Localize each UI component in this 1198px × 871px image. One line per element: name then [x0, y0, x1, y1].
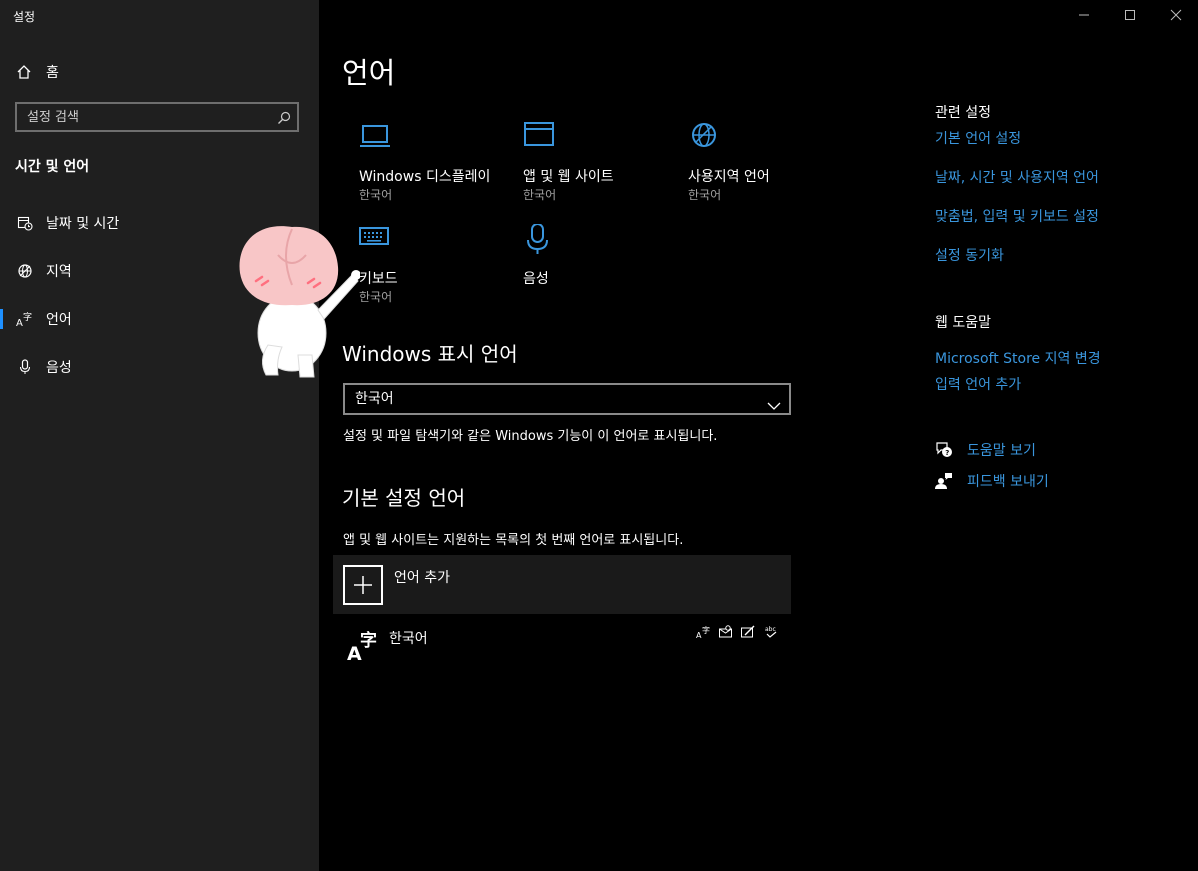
svg-text:字: 字	[360, 630, 377, 651]
get-help-label: 도움말 보기	[967, 443, 1036, 459]
sidebar-item-label: 음성	[46, 360, 72, 376]
speech-feature-icon	[717, 624, 735, 640]
language-icon: A字	[347, 628, 381, 668]
window-icon	[523, 122, 557, 156]
close-button[interactable]	[1153, 0, 1198, 30]
add-language-button[interactable]: 언어 추가	[333, 555, 791, 614]
display-language-value: 한국어	[355, 391, 394, 407]
sidebar: 설정 홈 시간 및 언어 날짜 및 시간 지역 A字 언어 음성	[0, 0, 319, 871]
svg-text:abc: abc	[765, 626, 776, 633]
svg-text:字: 字	[23, 311, 32, 323]
sidebar-item-label: 언어	[46, 312, 72, 328]
svg-text:?: ?	[945, 449, 949, 457]
search-box[interactable]	[15, 102, 299, 132]
search-icon[interactable]	[277, 110, 291, 124]
send-feedback-label: 피드백 보내기	[967, 474, 1049, 490]
feedback-icon	[935, 472, 953, 490]
keyboard-icon	[359, 224, 393, 258]
sidebar-item-label: 지역	[46, 264, 72, 280]
tile-name: 키보드	[359, 271, 398, 287]
preferred-language-description: 앱 및 웹 사이트는 지원하는 목록의 첫 번째 언어로 표시됩니다.	[343, 533, 684, 548]
microphone-icon	[523, 223, 557, 258]
tile-sub: 한국어	[359, 290, 393, 304]
nav-home-label: 홈	[46, 65, 59, 81]
related-settings-heading: 관련 설정	[935, 105, 991, 121]
handwriting-feature-icon	[739, 624, 757, 640]
language-icon: A字	[16, 311, 34, 327]
spellcheck-feature-icon: abc	[763, 624, 781, 640]
maximize-button[interactable]	[1107, 0, 1153, 30]
globe-icon	[688, 122, 722, 156]
language-name: 한국어	[389, 631, 428, 647]
minimize-icon	[1079, 14, 1089, 16]
plus-icon	[343, 565, 383, 605]
web-help-heading: 웹 도움말	[935, 315, 991, 331]
window-title: 설정	[13, 10, 36, 24]
link-basic-language-settings[interactable]: 기본 언어 설정	[935, 128, 1021, 148]
add-language-label: 언어 추가	[394, 570, 450, 586]
tile-regional-format[interactable]: 사용지역 언어 한국어	[688, 122, 848, 212]
maximize-icon	[1125, 10, 1135, 20]
close-icon	[1170, 9, 1182, 21]
home-icon	[16, 64, 34, 80]
section-title: 시간 및 언어	[15, 159, 90, 175]
help-chat-icon: ?	[935, 441, 953, 459]
link-spelling-typing-keyboard[interactable]: 맞춤법, 입력 및 키보드 설정	[935, 206, 1099, 226]
preferred-language-heading: 기본 설정 언어	[342, 486, 466, 510]
send-feedback-link[interactable]: 피드백 보내기	[935, 471, 1049, 491]
tile-name: 사용지역 언어	[688, 169, 770, 185]
tile-sub: 한국어	[523, 188, 557, 202]
page-title: 언어	[342, 56, 396, 90]
display-language-description: 설정 및 파일 탐색기와 같은 Windows 기능이 이 언어로 표시됩니다.	[343, 429, 718, 444]
link-change-store-region[interactable]: Microsoft Store 지역 변경	[935, 348, 1101, 368]
language-list-item[interactable]: A字 한국어 A字 abc	[333, 620, 791, 670]
display-language-heading: Windows 표시 언어	[342, 342, 518, 366]
get-help-link[interactable]: ? 도움말 보기	[935, 440, 1036, 460]
svg-text:A: A	[16, 318, 23, 327]
tile-speech[interactable]: 음성	[523, 223, 683, 314]
microphone-icon	[16, 359, 34, 375]
laptop-icon	[359, 122, 393, 156]
globe-icon	[16, 263, 34, 279]
minimize-button[interactable]	[1061, 0, 1107, 30]
tile-name: Windows 디스플레이	[359, 169, 491, 185]
search-input[interactable]	[17, 104, 267, 130]
display-language-feature-icon: A字	[695, 624, 713, 640]
tile-keyboard[interactable]: 키보드 한국어	[359, 224, 519, 314]
main-pane: 언어 Windows 디스플레이 한국어 앱 및 웹 사이트 한국어 사용지역 …	[319, 0, 1198, 871]
nav-home[interactable]: 홈	[16, 62, 59, 82]
tile-sub: 한국어	[359, 188, 393, 202]
calendar-clock-icon	[16, 215, 34, 231]
tile-name: 앱 및 웹 사이트	[523, 169, 614, 185]
link-date-time-region[interactable]: 날짜, 시간 및 사용지역 언어	[935, 167, 1099, 187]
svg-text:字: 字	[702, 625, 710, 635]
link-sync-settings[interactable]: 설정 동기화	[935, 245, 1004, 265]
tile-windows-display[interactable]: Windows 디스플레이 한국어	[359, 122, 519, 212]
link-add-input-language[interactable]: 입력 언어 추가	[935, 374, 1021, 394]
tile-name: 음성	[523, 271, 549, 287]
chevron-down-icon	[767, 393, 781, 421]
tile-sub: 한국어	[688, 188, 722, 202]
display-language-select[interactable]: 한국어	[343, 383, 791, 415]
sidebar-item-label: 날짜 및 시간	[46, 216, 120, 232]
tile-apps-websites[interactable]: 앱 및 웹 사이트 한국어	[523, 122, 683, 212]
peach-character-sticker	[239, 226, 360, 378]
